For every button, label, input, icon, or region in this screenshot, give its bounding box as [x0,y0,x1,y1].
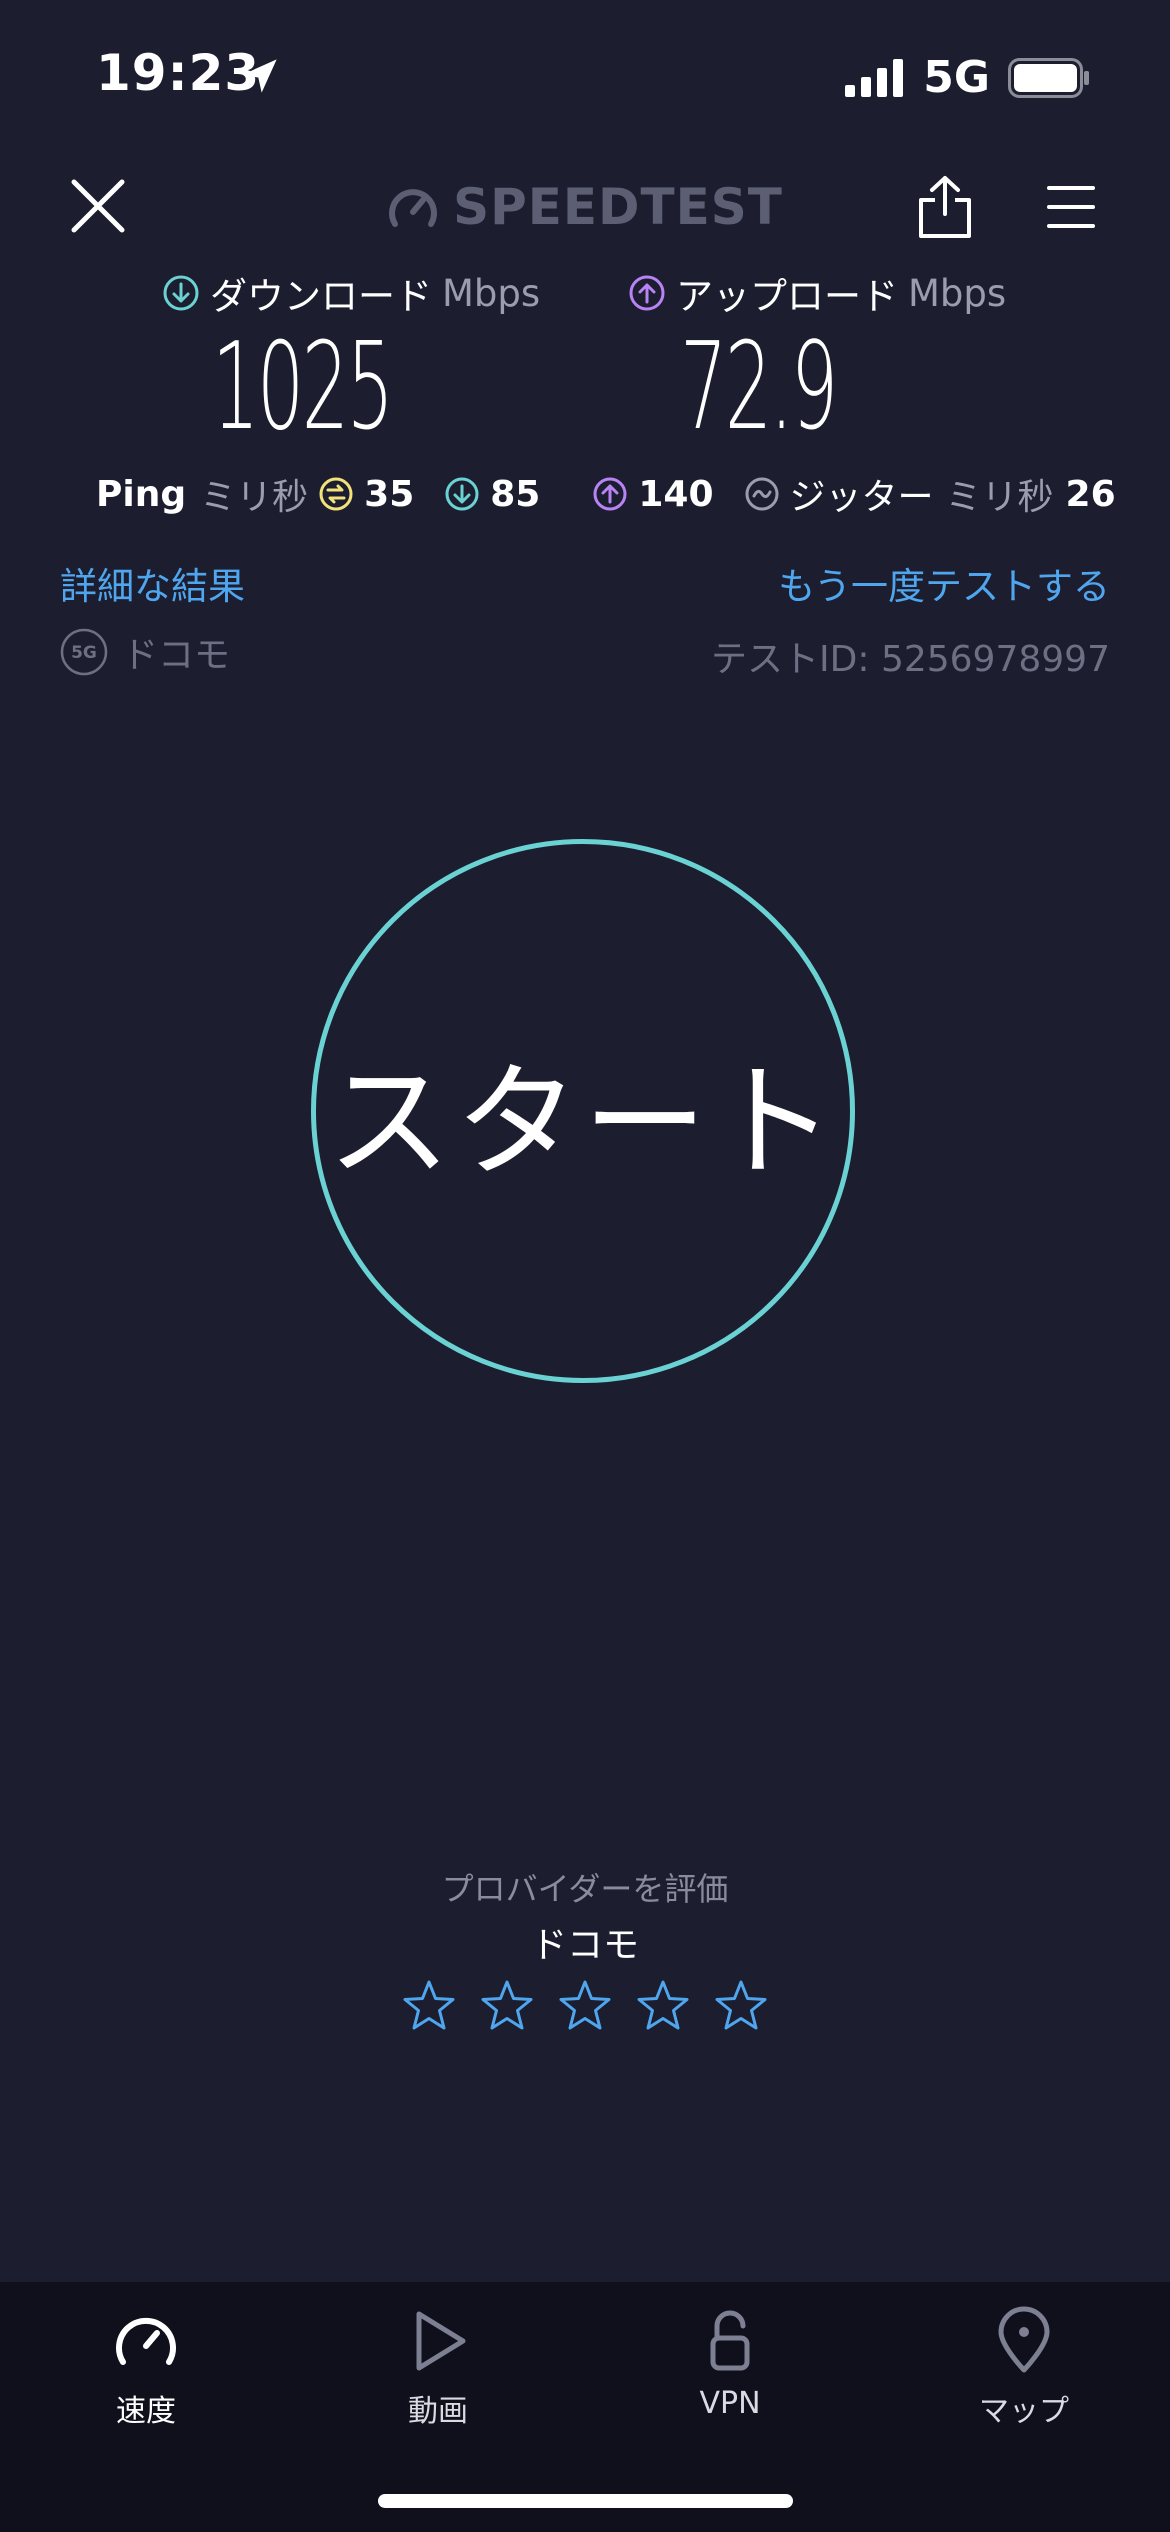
gauge-logo-icon [389,189,438,227]
home-indicator[interactable] [378,2494,793,2508]
download-header: ダウンロード Mbps [162,266,540,320]
star-icon[interactable] [713,1978,769,2034]
logo-text: SPEEDTEST [453,178,783,236]
nav-label-video: 動画 [408,2394,468,2429]
nav-label-map: マップ [979,2394,1069,2429]
network-label: 5G [923,52,990,103]
nav-item-map[interactable]: マップ [924,2306,1124,2430]
nav-item-speed[interactable]: 速度 [46,2306,246,2430]
ping-download-value: 85 [490,473,541,515]
ping-idle-value: 35 [364,473,415,515]
upload-arrow-icon [629,275,665,311]
start-label: スタート [326,1051,839,1195]
idle-ping-icon [319,477,353,511]
menu-icon[interactable] [1046,182,1096,232]
speedtest-logo: SPEEDTEST [0,178,1170,236]
upload-label: アップロード [676,275,898,318]
download-unit: Mbps [442,271,541,315]
nav-item-vpn[interactable]: VPN [630,2306,830,2421]
star-icon[interactable] [479,1978,535,2034]
share-icon[interactable] [915,174,975,240]
upload-value: 72.9 [680,318,838,457]
speedometer-icon [116,2317,176,2365]
detailed-results-link[interactable]: 詳細な結果 [60,556,245,610]
test-id: テストID: 5256978997 [711,639,1110,680]
ping-label: Ping [96,473,187,515]
nav-label-speed: 速度 [116,2394,176,2429]
star-icon[interactable] [401,1978,457,2034]
ping-upload-value: 140 [638,473,714,515]
play-icon [416,2311,466,2371]
jitter-value: 26 [1065,473,1116,515]
ping-download-icon [445,477,479,511]
location-arrow-icon [243,59,277,93]
star-icon[interactable] [557,1978,613,2034]
jitter-icon [745,477,779,511]
download-arrow-icon [163,275,199,311]
ping-upload-icon [593,477,627,511]
jitter-unit: ミリ秒 [945,477,1054,518]
battery-icon [1008,57,1089,98]
retest-link[interactable]: もう一度テストする [778,556,1110,610]
nav-item-video[interactable]: 動画 [338,2306,538,2430]
map-pin-icon [998,2306,1050,2373]
upload-unit: Mbps [908,271,1007,315]
status-time: 19:23 [96,44,261,102]
download-label: ダウンロード [210,275,432,318]
unlock-icon [710,2310,750,2371]
carrier-info: 5G ドコモ [60,626,230,678]
status-right: 5G [845,52,1090,103]
jitter-label: ジッター [789,477,934,518]
upload-header: アップロード Mbps [628,266,1006,320]
rate-provider-name: ドコモ [530,1925,639,1966]
start-button[interactable]: スタート [311,839,855,1383]
ping-unit: ミリ秒 [200,477,309,518]
rating-stars [0,1978,1170,2034]
signal-icon [845,58,904,97]
download-value: 1025 [212,318,394,457]
carrier-name: ドコモ [122,635,231,676]
carrier-badge-text: 5G [71,643,97,663]
star-icon[interactable] [635,1978,691,2034]
carrier-5g-badge: 5G [60,628,108,676]
ping-row: Ping ミリ秒 35 85 140 ジッター ミリ秒 26 [96,468,1116,520]
nav-label-vpn: VPN [699,2386,761,2421]
rate-provider-title: プロバイダーを評価 [441,1870,729,1908]
